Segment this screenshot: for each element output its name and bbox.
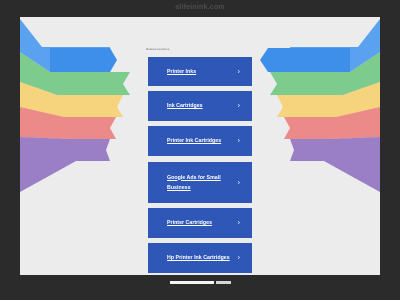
chevron-right-icon: › xyxy=(237,68,240,75)
right-blue-ribbon-tip xyxy=(260,48,350,72)
footer xyxy=(0,277,400,300)
link-label: Printer Cartridges xyxy=(167,220,213,226)
left-purple-ribbon xyxy=(20,137,110,192)
right-purple-ribbon xyxy=(290,137,380,192)
search-button[interactable] xyxy=(216,281,231,284)
chevron-right-icon: › xyxy=(237,254,240,262)
link-label: Printer Ink Cartridges xyxy=(167,138,222,144)
chevron-right-icon: › xyxy=(237,179,240,186)
search-input[interactable] xyxy=(170,281,214,284)
related-link-printer-ink-cartridges[interactable]: Printer Ink Cartridges › xyxy=(148,126,252,156)
left-blue-ribbon-tip xyxy=(50,48,117,72)
related-link-hp-printer-ink-cartridges[interactable]: Hp Printer Ink Cartridges › xyxy=(148,243,252,273)
domain-title: alifeinink.com xyxy=(175,4,225,11)
chevron-right-icon: › xyxy=(237,219,240,227)
link-label: Google Ads for Small Business xyxy=(167,174,221,191)
chevron-right-icon: › xyxy=(237,137,240,145)
parked-page: Related searches Printer Inks › Ink Cart… xyxy=(20,17,380,275)
related-link-ink-cartridges[interactable]: Ink Cartridges › xyxy=(148,91,252,121)
related-searches-heading: Related searches xyxy=(146,47,170,51)
related-link-google-ads[interactable]: Google Ads for Small Business › xyxy=(148,162,252,203)
related-link-printer-inks[interactable]: Printer Inks › xyxy=(148,57,252,86)
link-label: Ink Cartridges xyxy=(167,103,203,109)
chevron-right-icon: › xyxy=(237,102,240,110)
link-label: Hp Printer Ink Cartridges xyxy=(167,255,230,261)
link-label: Printer Inks xyxy=(167,68,197,75)
related-link-printer-cartridges[interactable]: Printer Cartridges › xyxy=(148,208,252,238)
